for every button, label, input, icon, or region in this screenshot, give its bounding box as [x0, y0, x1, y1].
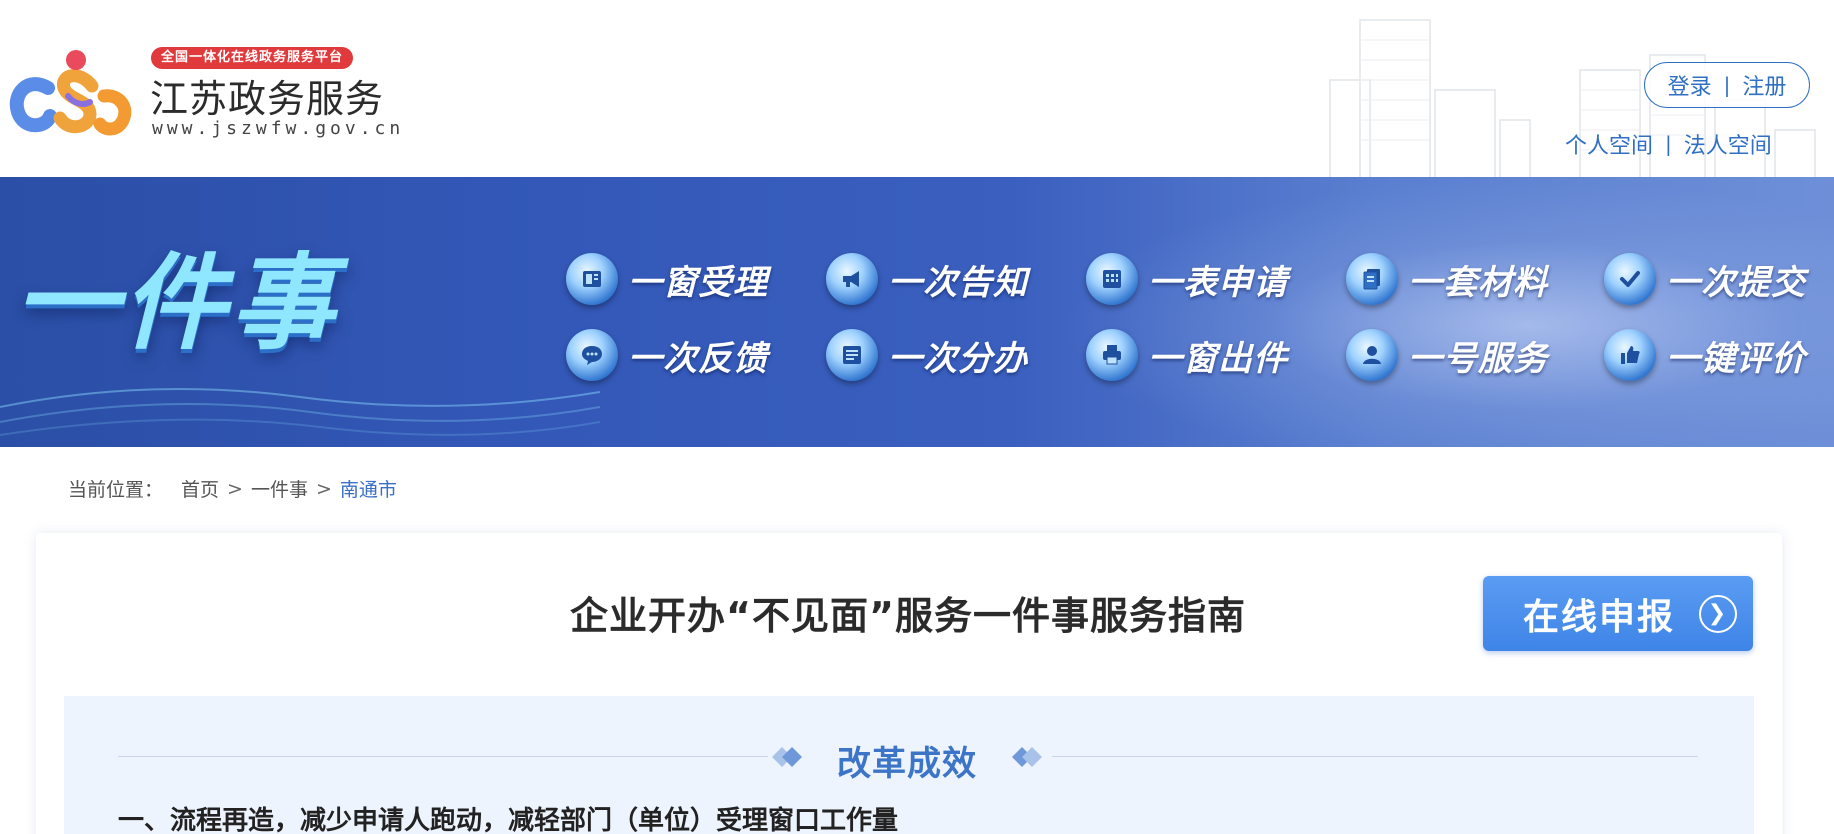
feature-label: 一次提交: [1666, 262, 1806, 303]
feature-label: 一表申请: [1148, 262, 1288, 303]
person-icon: [1346, 329, 1398, 381]
feature-one-form: 一表申请: [1086, 252, 1288, 306]
platform-tag: 全国一体化在线政务服务平台: [151, 47, 354, 69]
feature-label: 一次分办: [888, 338, 1028, 379]
printer-icon: [1086, 329, 1138, 381]
table-icon: [1086, 253, 1138, 305]
feature-label: 一次反馈: [628, 338, 768, 379]
breadcrumb: 当前位置： 首页 > 一件事 > 南通市: [68, 475, 397, 502]
feature-one-click-rating: 一键评价: [1604, 328, 1806, 382]
divider-left: [118, 756, 768, 757]
section-title: 改革成效: [837, 744, 977, 784]
window-icon: [566, 253, 618, 305]
feature-one-feedback: 一次反馈: [566, 328, 768, 382]
feature-label: 一窗受理: [628, 262, 768, 303]
personal-space-link[interactable]: 个人空间: [1565, 128, 1653, 160]
site-header: 全国一体化在线政务服务平台 江苏政务服务 www.jszwfw.gov.cn 登…: [0, 0, 1834, 177]
feature-label: 一号服务: [1408, 338, 1548, 379]
feature-window-output: 一窗出件: [1086, 328, 1288, 382]
section-heading-1: 一、流程再造，减少申请人跑动，减轻部门（单位）受理窗口工作量: [118, 806, 899, 834]
separator: |: [1723, 73, 1731, 97]
online-apply-label: 在线申报: [1523, 596, 1676, 638]
check-icon: [1604, 253, 1656, 305]
banner-title: 一件事: [14, 242, 339, 364]
separator: |: [1665, 132, 1672, 156]
feature-one-notice: 一次告知: [826, 252, 1028, 306]
feature-label: 一窗出件: [1148, 338, 1288, 379]
list-icon: [826, 329, 878, 381]
site-url: www.jszwfw.gov.cn: [152, 118, 405, 139]
auth-links: 登录 | 注册: [1644, 62, 1810, 108]
feature-window-acceptance: 一窗受理: [566, 252, 768, 306]
register-link[interactable]: 注册: [1742, 69, 1786, 101]
breadcrumb-separator: >: [315, 477, 332, 500]
thumbs-up-icon: [1604, 329, 1656, 381]
feature-one-number-service: 一号服务: [1346, 328, 1548, 382]
chevron-right-icon: ❯: [1699, 594, 1738, 633]
jszwfw-logo-icon[interactable]: [8, 46, 138, 141]
diamond-decoration-icon: [772, 747, 802, 767]
login-link[interactable]: 登录: [1668, 69, 1712, 101]
online-apply-button[interactable]: 在线申报 ❯: [1483, 576, 1753, 651]
feature-label: 一次告知: [888, 262, 1028, 303]
feature-label: 一键评价: [1666, 338, 1806, 379]
chat-icon: [566, 329, 618, 381]
breadcrumb-one-thing[interactable]: 一件事: [251, 475, 308, 502]
breadcrumb-home[interactable]: 首页: [181, 475, 219, 502]
site-name[interactable]: 江苏政务服务: [150, 76, 384, 122]
breadcrumb-label: 当前位置：: [68, 479, 164, 501]
diamond-decoration-icon: [1012, 747, 1042, 767]
banner-wave-decoration: [0, 388, 600, 436]
feature-one-submission: 一次提交: [1604, 252, 1806, 306]
space-links: 个人空间 | 法人空间: [1565, 128, 1772, 160]
breadcrumb-separator: >: [227, 477, 243, 500]
feature-label: 一套材料: [1408, 262, 1548, 303]
divider-right: [1052, 756, 1698, 757]
megaphone-icon: [826, 253, 878, 305]
banner-glow: [1060, 177, 1834, 447]
documents-icon: [1346, 253, 1398, 305]
legal-space-link[interactable]: 法人空间: [1684, 128, 1772, 160]
breadcrumb-current[interactable]: 南通市: [340, 475, 397, 502]
feature-one-dispatch: 一次分办: [826, 328, 1028, 382]
feature-one-material-set: 一套材料: [1346, 252, 1548, 306]
